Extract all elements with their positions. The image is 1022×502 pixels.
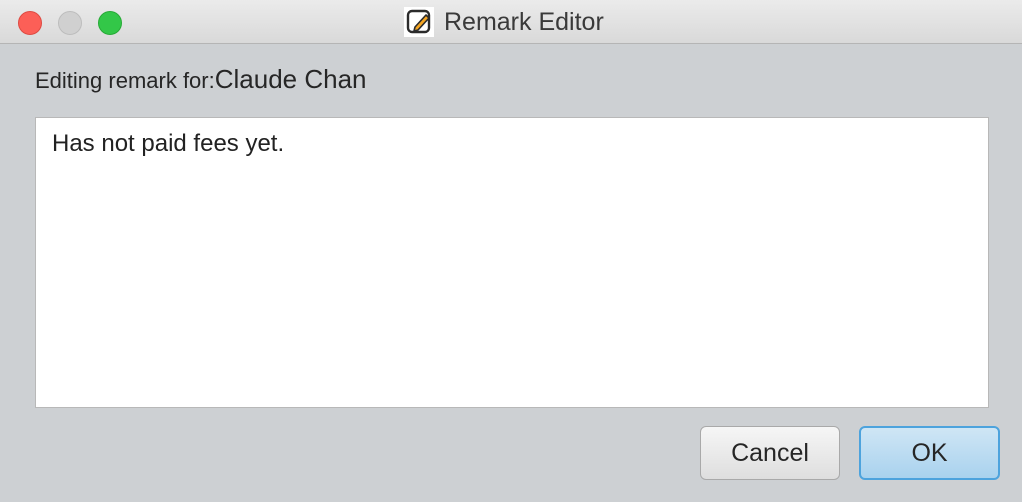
ok-button[interactable]: OK <box>859 426 1000 480</box>
window-title: Remark Editor <box>444 7 604 36</box>
note-pencil-icon <box>404 7 434 37</box>
minimize-button[interactable] <box>58 11 82 35</box>
cancel-button[interactable]: Cancel <box>700 426 840 480</box>
window-title-group: Remark Editor <box>404 7 604 37</box>
editing-label-prefix: Editing remark for: <box>35 68 215 93</box>
close-button[interactable] <box>18 11 42 35</box>
remark-textarea[interactable]: Has not paid fees yet. <box>35 117 989 408</box>
remark-editor-window: Remark Editor Editing remark for: Claude… <box>0 0 1022 502</box>
zoom-button[interactable] <box>98 11 122 35</box>
title-bar[interactable]: Remark Editor <box>0 0 1022 44</box>
editing-label: Editing remark for: Claude Chan <box>35 64 367 104</box>
person-name: Claude Chan <box>214 64 367 94</box>
